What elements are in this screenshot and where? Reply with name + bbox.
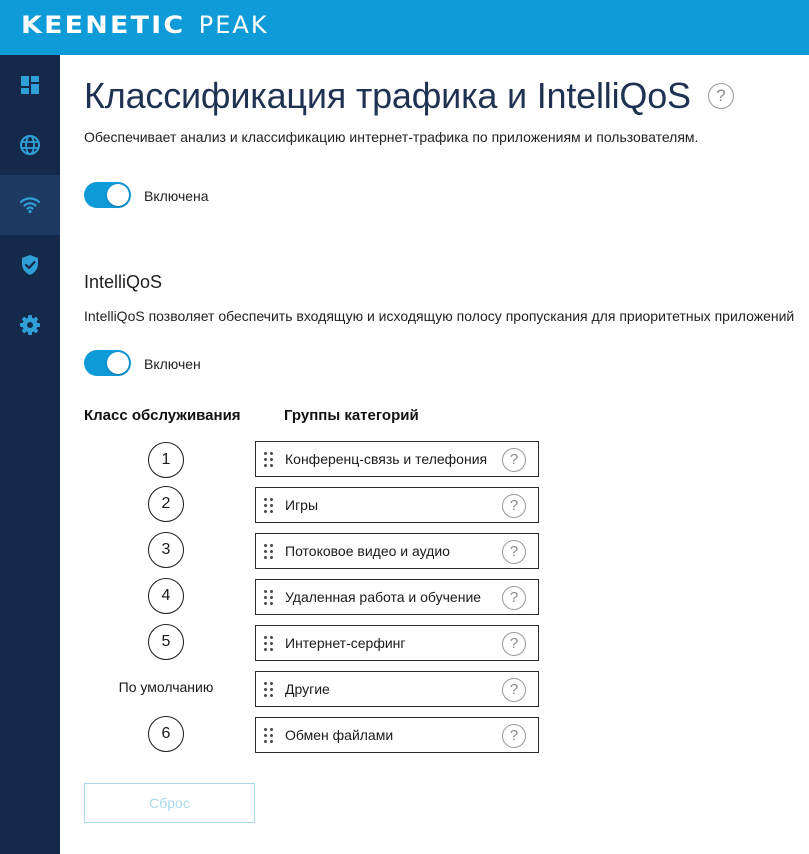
category-group-label: Другие — [285, 681, 330, 697]
sidebar — [0, 55, 60, 854]
drag-handle-icon[interactable] — [264, 452, 274, 468]
help-icon[interactable]: ? — [502, 494, 526, 518]
category-group-label: Интернет-серфинг — [285, 635, 406, 651]
drag-handle-icon[interactable] — [264, 498, 274, 514]
category-group-row[interactable]: Обмен файлами ? — [255, 717, 539, 753]
help-icon[interactable]: ? — [502, 678, 526, 702]
class-badge: 4 — [148, 578, 184, 614]
help-icon[interactable]: ? — [502, 586, 526, 610]
category-group-row[interactable]: Потоковое видео и аудио ? — [255, 533, 539, 569]
logo-model: PEAK — [198, 11, 269, 39]
toggle-knob — [107, 184, 129, 206]
class-badge: 1 — [148, 442, 184, 478]
intelliqos-title: IntelliQoS — [84, 272, 163, 292]
drag-handle-icon[interactable] — [264, 590, 274, 606]
drag-handle-icon[interactable] — [264, 682, 274, 698]
intelliqos-description: IntelliQoS позволяет обеспечить входящую… — [84, 308, 795, 324]
sidebar-item-dashboard[interactable] — [0, 55, 60, 115]
category-group-label: Обмен файлами — [285, 727, 394, 743]
top-bar: KEENETIC PEAK — [0, 0, 809, 55]
help-icon[interactable]: ? — [502, 724, 526, 748]
shield-icon — [22, 255, 38, 275]
class-badge: 5 — [148, 624, 184, 660]
classification-toggle[interactable] — [84, 182, 131, 208]
category-group-label: Удаленная работа и обучение — [285, 589, 482, 605]
drag-handle-icon[interactable] — [264, 636, 274, 652]
drag-handle-icon[interactable] — [264, 728, 274, 744]
column-header-class: Класс обслуживания — [84, 407, 241, 424]
category-group-label: Конференц-связь и телефония — [285, 451, 488, 467]
gear-icon — [20, 315, 40, 335]
logo[interactable]: KEENETIC PEAK — [21, 11, 269, 39]
sidebar-item-wifi[interactable] — [0, 175, 60, 235]
toggle-knob — [107, 352, 129, 374]
sidebar-item-settings[interactable] — [0, 295, 60, 355]
class-badge: 3 — [148, 532, 184, 568]
category-group-row[interactable]: Другие ? — [255, 671, 539, 707]
reset-button[interactable]: Сброс — [84, 783, 255, 823]
category-group-label: Потоковое видео и аудио — [285, 543, 450, 559]
column-header-groups: Группы категорий — [284, 407, 419, 424]
category-group-label: Игры — [285, 497, 319, 513]
help-icon[interactable]: ? — [502, 448, 526, 472]
sidebar-item-security[interactable] — [0, 235, 60, 295]
wifi-icon — [19, 197, 41, 214]
help-icon[interactable]: ? — [502, 632, 526, 656]
classification-toggle-label: Включена — [144, 188, 209, 204]
help-icon[interactable]: ? — [502, 540, 526, 564]
class-badge: 2 — [148, 486, 184, 522]
page-description: Обеспечивает анализ и классификацию инте… — [84, 129, 699, 145]
title-help-icon[interactable]: ? — [708, 83, 734, 109]
category-group-row[interactable]: Удаленная работа и обучение ? — [255, 579, 539, 615]
class-badge: 6 — [148, 716, 184, 752]
category-group-row[interactable]: Игры ? — [255, 487, 539, 523]
globe-icon — [20, 135, 40, 155]
category-group-row[interactable]: Конференц-связь и телефония ? — [255, 441, 539, 477]
class-default-label: По умолчанию — [118, 679, 214, 695]
sidebar-item-internet[interactable] — [0, 115, 60, 175]
dashboard-icon — [21, 76, 39, 94]
main-content: Классификация трафика и IntelliQoS ? Обе… — [60, 55, 809, 854]
page-title: Классификация трафика и IntelliQoS — [84, 75, 691, 116]
logo-brand: KEENETIC — [21, 11, 186, 39]
category-group-row[interactable]: Интернет-серфинг ? — [255, 625, 539, 661]
intelliqos-toggle[interactable] — [84, 350, 131, 376]
intelliqos-toggle-label: Включен — [144, 356, 201, 372]
drag-handle-icon[interactable] — [264, 544, 274, 560]
